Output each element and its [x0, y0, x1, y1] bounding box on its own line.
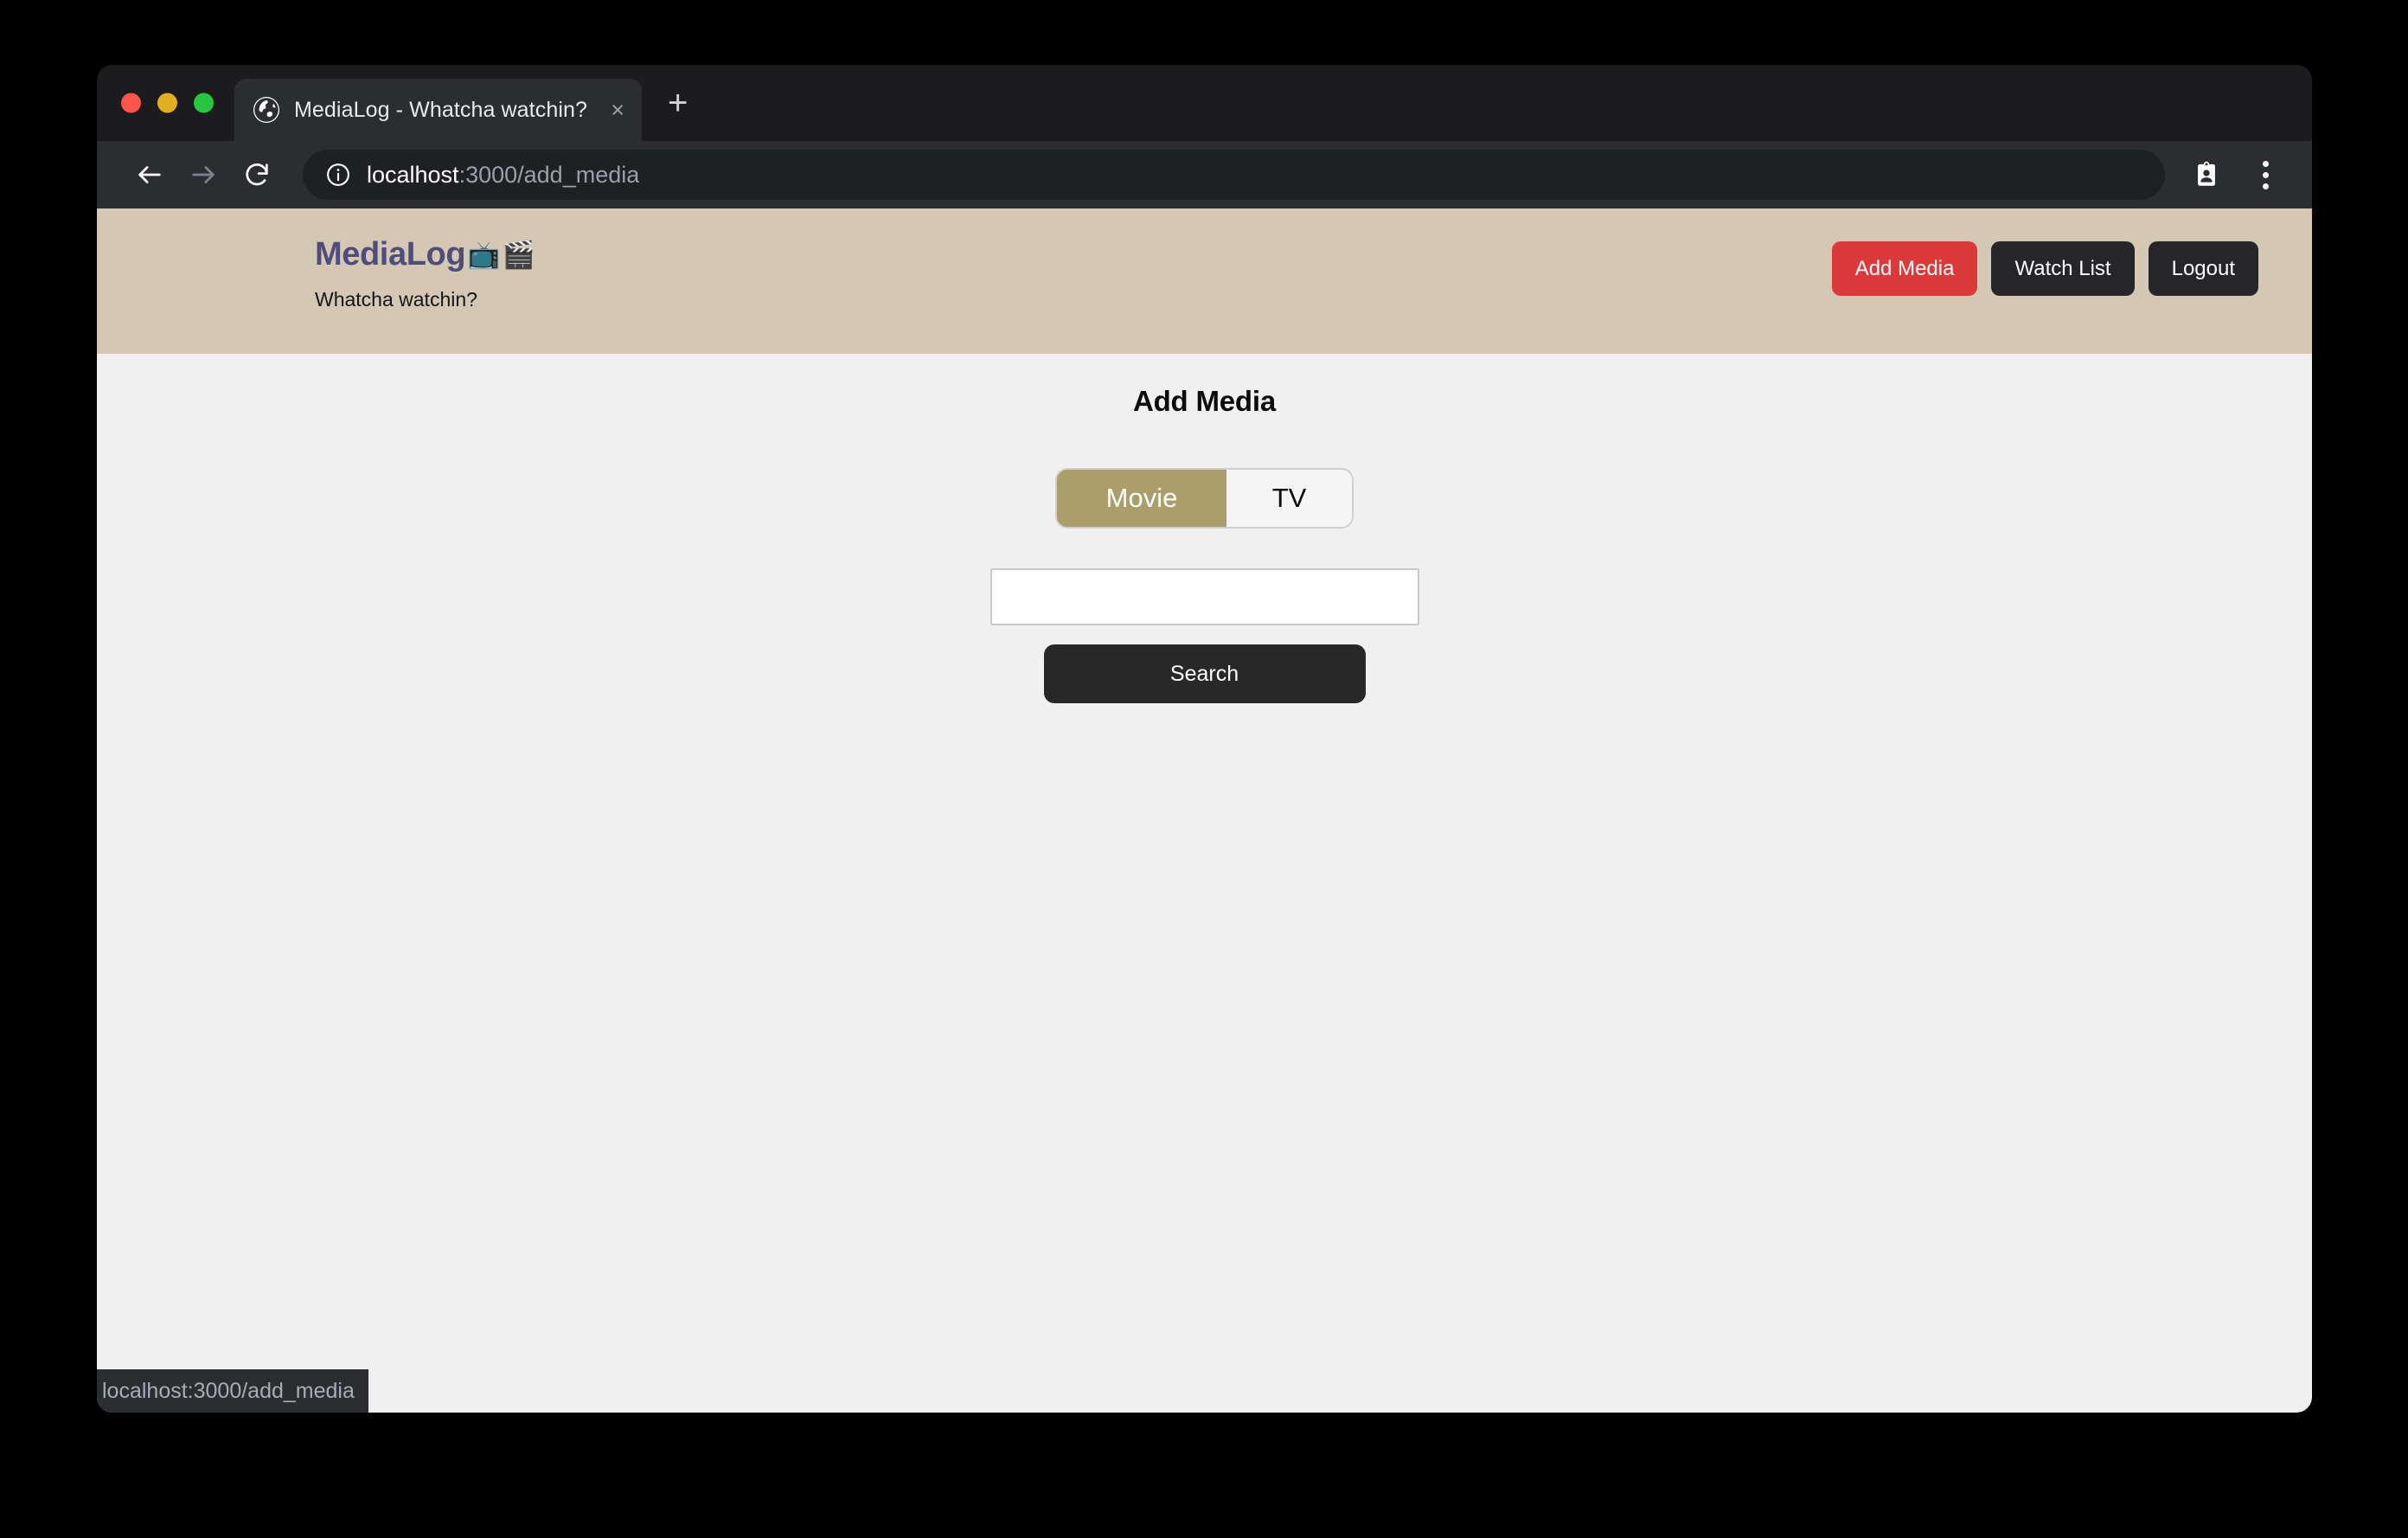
info-circle-icon[interactable] — [325, 162, 351, 188]
search-input[interactable] — [989, 568, 1419, 625]
profile-badge-icon[interactable] — [2182, 151, 2231, 199]
globe-favicon-icon — [253, 97, 279, 123]
toggle-option-tv[interactable]: TV — [1226, 470, 1352, 527]
search-button[interactable]: Search — [1043, 644, 1366, 703]
app-logo[interactable]: MediaLog 📺 🎬 — [315, 238, 535, 271]
reload-icon[interactable] — [230, 148, 284, 202]
window-traffic-lights — [121, 93, 214, 113]
close-icon[interactable]: × — [605, 98, 624, 122]
new-tab-button[interactable]: + — [668, 86, 688, 120]
page-viewport: MediaLog 📺 🎬 Whatcha watchin? Add Media … — [97, 208, 2312, 1413]
browser-tab[interactable]: MediaLog - Whatcha watchin? × — [234, 79, 642, 141]
nav-add-media-button[interactable]: Add Media — [1831, 241, 1978, 296]
window-maximize-button[interactable] — [194, 93, 214, 113]
kebab-dot — [2262, 171, 2269, 178]
tab-title: MediaLog - Whatcha watchin? — [294, 97, 587, 122]
url-bar[interactable]: localhost:3000/add_media — [303, 150, 2165, 200]
tv-icon: 📺 — [467, 239, 501, 270]
forward-arrow-icon[interactable] — [176, 148, 230, 202]
toggle-option-movie[interactable]: Movie — [1057, 470, 1226, 527]
status-bar-text: localhost:3000/add_media — [102, 1378, 355, 1403]
media-type-toggle: Movie TV — [1057, 470, 1352, 527]
toolbar-right-actions — [2182, 151, 2290, 199]
nav-watch-list-button[interactable]: Watch List — [1991, 241, 2135, 296]
clapper-board-icon: 🎬 — [502, 239, 535, 270]
main-content: Add Media Movie TV Search — [97, 354, 2312, 703]
browser-toolbar: localhost:3000/add_media — [97, 141, 2312, 208]
back-arrow-icon[interactable] — [123, 148, 176, 202]
kebab-dot — [2262, 183, 2269, 189]
window-close-button[interactable] — [121, 93, 141, 113]
window-minimize-button[interactable] — [157, 93, 177, 113]
page-title: Add Media — [1132, 385, 1277, 417]
url-host: localhost — [367, 161, 459, 188]
url-path: :3000/add_media — [458, 161, 640, 188]
kebab-menu-icon[interactable] — [2241, 151, 2290, 199]
tab-strip: MediaLog - Whatcha watchin? × + — [97, 65, 2312, 141]
brand-block: MediaLog 📺 🎬 Whatcha watchin? — [315, 238, 535, 310]
browser-window: MediaLog - Whatcha watchin? × + localhos… — [97, 65, 2312, 1413]
app-header: MediaLog 📺 🎬 Whatcha watchin? Add Media … — [97, 208, 2312, 354]
kebab-dot — [2262, 160, 2269, 167]
url-text: localhost:3000/add_media — [367, 162, 639, 189]
app-tagline: Whatcha watchin? — [315, 288, 477, 311]
app-nav: Add Media Watch List Logout — [1831, 241, 2258, 296]
status-bar: localhost:3000/add_media — [97, 1369, 368, 1413]
nav-logout-button[interactable]: Logout — [2148, 241, 2258, 296]
brand-name: MediaLog — [315, 236, 466, 272]
